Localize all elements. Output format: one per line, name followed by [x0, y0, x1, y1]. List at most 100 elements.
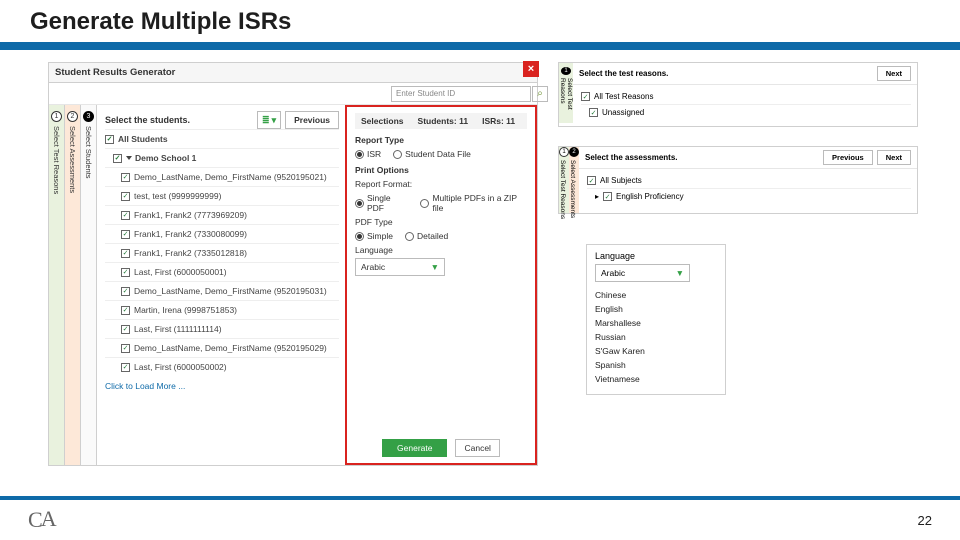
language-option[interactable]: Spanish: [595, 358, 717, 372]
checkbox-icon[interactable]: [113, 154, 122, 163]
search-input[interactable]: Enter Student ID ⌕: [391, 86, 531, 102]
language-option[interactable]: Marshallese: [595, 316, 717, 330]
student-name: Frank1, Frank2 (7330080099): [134, 229, 247, 239]
student-row[interactable]: Demo_LastName, Demo_FirstName (952019502…: [105, 167, 339, 186]
radio-icon: [420, 199, 429, 208]
tab-test-reasons[interactable]: 1 Select Test Reasons: [559, 147, 569, 213]
multi-pdf-radio[interactable]: Multiple PDFs in a ZIP file: [420, 193, 527, 213]
student-name: Demo_LastName, Demo_FirstName (952019502…: [134, 172, 327, 182]
student-row[interactable]: Last, First (6000050001): [105, 262, 339, 281]
all-students-label: All Students: [118, 134, 168, 144]
single-pdf-radio[interactable]: Single PDF: [355, 193, 408, 213]
school-row[interactable]: Demo School 1: [105, 148, 339, 167]
report-type-label: Report Type: [355, 135, 527, 145]
student-name: Demo_LastName, Demo_FirstName (952019503…: [134, 286, 327, 296]
student-row[interactable]: Last, First (6000050002): [105, 357, 339, 376]
student-name: Last, First (6000050001): [134, 267, 227, 277]
unassigned-row[interactable]: Unassigned: [581, 104, 911, 120]
student-row[interactable]: Frank1, Frank2 (7335012818): [105, 243, 339, 262]
checkbox-icon[interactable]: [121, 287, 130, 296]
student-name: Martin, Irena (9998751853): [134, 305, 237, 315]
checkbox-icon[interactable]: [121, 211, 130, 220]
language-option[interactable]: Chinese: [595, 288, 717, 302]
step-label: Select Test Reasons: [559, 78, 573, 123]
students-column: Select the students. ≣▾ Previous All Stu…: [97, 105, 347, 465]
student-row[interactable]: Frank1, Frank2 (7330080099): [105, 224, 339, 243]
student-data-file-radio[interactable]: Student Data File: [393, 149, 471, 159]
next-button[interactable]: Next: [877, 150, 911, 165]
language-select[interactable]: Arabic ▼: [595, 264, 690, 282]
previous-button[interactable]: Previous: [285, 111, 339, 129]
next-button[interactable]: Next: [877, 66, 911, 81]
checkbox-icon[interactable]: [121, 230, 130, 239]
checkbox-icon[interactable]: [581, 92, 590, 101]
language-option[interactable]: English: [595, 302, 717, 316]
generate-button[interactable]: Generate: [382, 439, 447, 457]
checkbox-icon[interactable]: [121, 249, 130, 258]
checkbox-icon[interactable]: [587, 176, 596, 185]
footer: CA 22: [0, 496, 960, 540]
student-name: Demo_LastName, Demo_FirstName (952019502…: [134, 343, 327, 353]
all-students-row[interactable]: All Students: [105, 129, 339, 148]
student-row[interactable]: Frank1, Frank2 (7773969209): [105, 205, 339, 224]
language-option[interactable]: S'Gaw Karen: [595, 344, 717, 358]
students-count: Students: 11: [418, 116, 469, 126]
cancel-button[interactable]: Cancel: [455, 439, 499, 457]
checkbox-icon[interactable]: [121, 192, 130, 201]
student-row[interactable]: test, test (9999999999): [105, 186, 339, 205]
simple-radio[interactable]: Simple: [355, 231, 393, 241]
checkbox-icon[interactable]: [105, 135, 114, 144]
radio-icon: [355, 199, 364, 208]
all-reasons-row[interactable]: All Test Reasons: [581, 89, 911, 104]
step-label: Select Students: [84, 126, 93, 179]
tab-assessments[interactable]: 2 Select Assessments: [65, 105, 81, 465]
language-dropdown-detail: Language Arabic ▼ Chinese English Marsha…: [586, 244, 726, 395]
chevron-down-icon[interactable]: [126, 156, 132, 160]
previous-button[interactable]: Previous: [823, 150, 873, 165]
filter-icon[interactable]: ≣▾: [257, 111, 281, 129]
chevron-right-icon[interactable]: ▸: [595, 192, 599, 201]
search-placeholder: Enter Student ID: [396, 89, 455, 98]
step-label: Select Assessments: [569, 160, 576, 218]
student-row[interactable]: Last, First (1111111114): [105, 319, 339, 338]
pdf-type-label: PDF Type: [355, 217, 527, 227]
tab-students[interactable]: 3 Select Students: [81, 105, 97, 465]
student-row[interactable]: Demo_LastName, Demo_FirstName (952019502…: [105, 338, 339, 357]
language-label: Language: [595, 251, 717, 261]
isr-radio[interactable]: ISR: [355, 149, 381, 159]
language-select[interactable]: Arabic ▼: [355, 258, 445, 276]
step-badge: 3: [83, 111, 94, 122]
print-options-label: Print Options: [355, 165, 527, 175]
language-option[interactable]: Russian: [595, 330, 717, 344]
step-badge: 2: [569, 147, 579, 157]
tab-assessments[interactable]: 2 Select Assessments: [569, 147, 579, 213]
logo: CA: [28, 507, 55, 533]
checkbox-icon[interactable]: [121, 268, 130, 277]
load-more-link[interactable]: Click to Load More ...: [105, 376, 339, 396]
checkbox-icon[interactable]: [121, 325, 130, 334]
page-title: Generate Multiple ISRs: [30, 8, 930, 36]
student-results-generator: Student Results Generator × Enter Studen…: [48, 62, 538, 466]
checkbox-icon[interactable]: [121, 173, 130, 182]
students-heading: Select the students.: [105, 115, 190, 125]
all-subjects-row[interactable]: All Subjects: [587, 173, 911, 188]
tab-test-reasons[interactable]: 1 Select Test Reasons: [559, 63, 573, 123]
checkbox-icon[interactable]: [589, 108, 598, 117]
english-proficiency-row[interactable]: ▸English Proficiency: [587, 188, 911, 204]
student-name: Frank1, Frank2 (7773969209): [134, 210, 247, 220]
detailed-radio[interactable]: Detailed: [405, 231, 448, 241]
close-icon[interactable]: ×: [523, 61, 539, 77]
search-icon[interactable]: ⌕: [532, 86, 548, 102]
checkbox-icon[interactable]: [121, 344, 130, 353]
checkbox-icon[interactable]: [603, 192, 612, 201]
selections-label: Selections: [361, 116, 404, 126]
checkbox-icon[interactable]: [121, 306, 130, 315]
student-name: test, test (9999999999): [134, 191, 221, 201]
language-option[interactable]: Vietnamese: [595, 372, 717, 386]
student-row[interactable]: Demo_LastName, Demo_FirstName (952019503…: [105, 281, 339, 300]
student-row[interactable]: Martin, Irena (9998751853): [105, 300, 339, 319]
student-name: Frank1, Frank2 (7335012818): [134, 248, 247, 258]
tab-test-reasons[interactable]: 1 Select Test Reasons: [49, 105, 65, 465]
language-label: Language: [355, 245, 527, 255]
checkbox-icon[interactable]: [121, 363, 130, 372]
